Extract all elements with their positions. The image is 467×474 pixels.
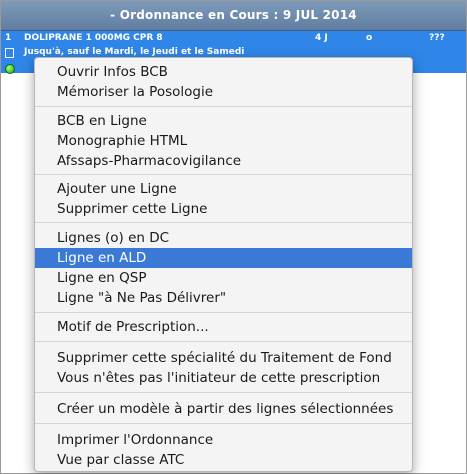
menu-separator	[35, 106, 412, 107]
menu-item-add-line[interactable]: Ajouter une Ligne	[35, 179, 412, 199]
menu-item-atc-class-view[interactable]: Vue par classe ATC	[35, 450, 412, 470]
menu-item-create-template[interactable]: Créer un modèle à partir des lignes séle…	[35, 399, 412, 419]
menu-separator	[35, 174, 412, 175]
menu-separator	[35, 312, 412, 313]
menu-item-open-bcb-info[interactable]: Ouvrir Infos BCB	[35, 62, 412, 82]
context-menu: Ouvrir Infos BCB Mémoriser la Posologie …	[34, 57, 413, 472]
drug-name: DOLIPRANE 1 000MG CPR 8	[24, 33, 163, 43]
menu-item-prescription-reason[interactable]: Motif de Prescription...	[35, 317, 412, 337]
menu-item-bcb-online[interactable]: BCB en Ligne	[35, 111, 412, 131]
document-icon	[5, 48, 14, 58]
menu-item-line-ald[interactable]: Ligne en ALD	[35, 248, 412, 268]
window-title: - Ordonnance en Cours : 9 JUL 2014	[1, 1, 466, 31]
posology-detail: Jusqu'à, sauf le Mardi, le Jeudi et le S…	[24, 47, 245, 57]
menu-item-pharmacovigilance[interactable]: Afssaps-Pharmacovigilance	[35, 151, 412, 171]
menu-separator	[35, 222, 412, 223]
menu-item-save-posology[interactable]: Mémoriser la Posologie	[35, 82, 412, 102]
menu-item-not-initiator[interactable]: Vous n'êtes pas l'initiateur de cette pr…	[35, 368, 412, 388]
duration-cell: 4 J	[315, 33, 328, 43]
menu-item-print-prescription[interactable]: Imprimer l'Ordonnance	[35, 430, 412, 450]
menu-item-line-qsp[interactable]: Ligne en QSP	[35, 268, 412, 288]
menu-item-do-not-dispense[interactable]: Ligne "à Ne Pas Délivrer"	[35, 288, 412, 308]
menu-item-remove-background-treatment[interactable]: Supprimer cette spécialité du Traitement…	[35, 348, 412, 368]
menu-item-html-monograph[interactable]: Monographie HTML	[35, 131, 412, 151]
status-cell: o	[366, 33, 373, 43]
menu-separator	[35, 392, 412, 393]
qsp-cell: ???	[429, 33, 445, 43]
menu-item-delete-line[interactable]: Supprimer cette Ligne	[35, 199, 412, 219]
line-number: 1	[5, 33, 12, 43]
menu-separator	[35, 341, 412, 342]
menu-separator	[35, 423, 412, 424]
status-dot-icon	[5, 64, 15, 74]
menu-item-lines-dc[interactable]: Lignes (o) en DC	[35, 228, 412, 248]
